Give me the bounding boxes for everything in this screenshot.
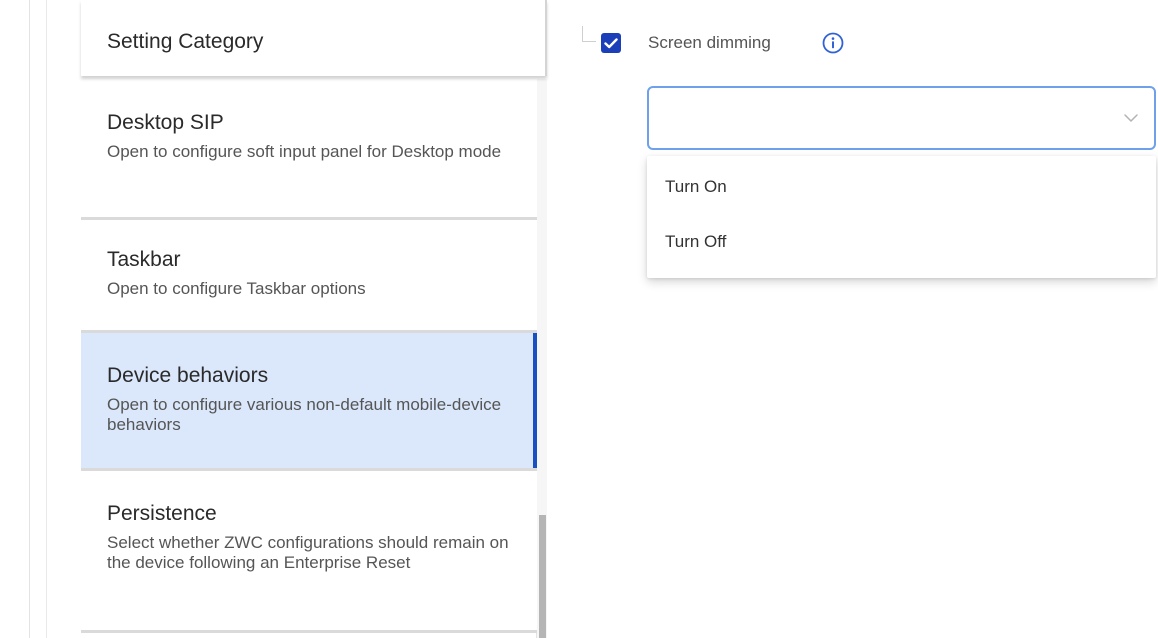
category-item-description: Open to configure Taskbar options [107, 279, 366, 298]
tree-connector-vertical [582, 26, 583, 42]
tree-connector-horizontal [582, 41, 596, 42]
category-scrollbar-thumb[interactable] [539, 515, 546, 638]
category-item-description: Select whether ZWC configurations should… [107, 533, 509, 572]
checkmark-icon [604, 37, 618, 48]
category-panel-title: Setting Category [107, 30, 264, 53]
category-item-description: Open to configure various non-default mo… [107, 395, 502, 434]
category-panel: Setting Category Desktop SIP Open to con… [81, 0, 547, 638]
screen-dimming-label: Screen dimming [648, 33, 771, 52]
chevron-down-icon [1124, 114, 1138, 122]
category-list: Desktop SIP Open to configure soft input… [81, 79, 537, 638]
page-divider-outer [29, 0, 30, 638]
category-item-persistence[interactable]: Persistence Select whether ZWC configura… [81, 471, 537, 633]
category-item-title: Device behaviors [107, 364, 269, 387]
settings-page: Setting Category Desktop SIP Open to con… [0, 0, 1158, 638]
category-panel-header: Setting Category [81, 0, 547, 76]
screen-dimming-select[interactable] [647, 86, 1156, 150]
category-item-title: Desktop SIP [107, 111, 224, 134]
category-item-taskbar[interactable]: Taskbar Open to configure Taskbar option… [81, 220, 537, 333]
dropdown-option-turn-off[interactable]: Turn Off [647, 217, 1156, 267]
category-item-title: Persistence [107, 502, 217, 525]
screen-dimming-dropdown-menu: Turn On Turn Off [647, 156, 1156, 278]
category-item-description: Open to configure soft input panel for D… [107, 142, 502, 161]
page-divider-inner [46, 0, 47, 638]
dropdown-option-turn-on[interactable]: Turn On [647, 162, 1156, 212]
info-icon[interactable] [821, 31, 845, 55]
category-item-device-behaviors[interactable]: Device behaviors Open to configure vario… [81, 333, 537, 471]
screen-dimming-checkbox[interactable] [601, 33, 621, 53]
category-item-desktop-sip[interactable]: Desktop SIP Open to configure soft input… [81, 79, 537, 220]
category-item-title: Taskbar [107, 248, 181, 271]
